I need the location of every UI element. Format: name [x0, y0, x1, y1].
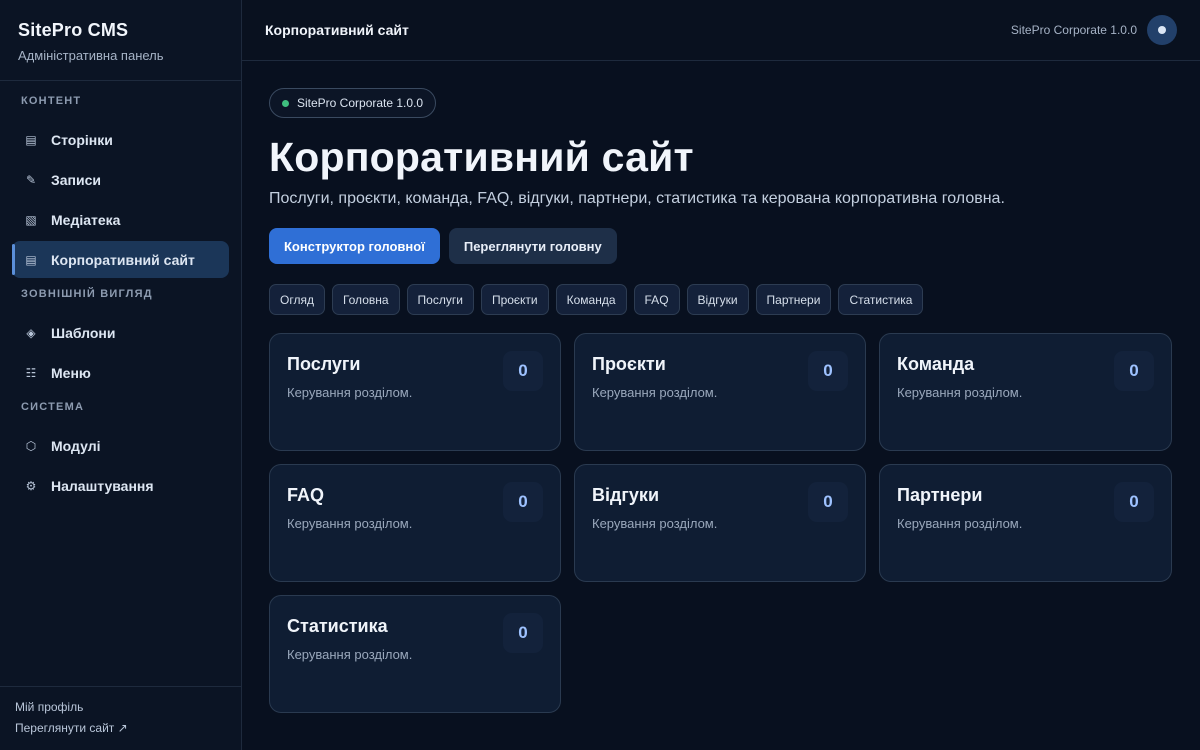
sidebar-item-menu[interactable]: ☷ Меню — [12, 354, 229, 391]
sidebar-item-label: Сторінки — [51, 131, 113, 148]
tab-reviews[interactable]: Відгуки — [686, 284, 749, 315]
sidebar-item-modules[interactable]: ⬡ Модулі — [12, 427, 229, 464]
view-site-link[interactable]: Переглянути сайт ↗ — [15, 721, 226, 735]
pencil-icon: ✎ — [25, 172, 37, 187]
diamond-icon: ◈ — [26, 325, 36, 340]
sidebar-item-label: Налаштування — [51, 477, 154, 494]
sidebar-item-templates[interactable]: ◈ Шаблони — [12, 314, 229, 351]
sidebar-item-pages[interactable]: ▤ Сторінки — [12, 121, 229, 158]
menu-icon: ☷ — [25, 365, 37, 380]
corporate-icon: ▤ — [25, 252, 37, 267]
card-count-badge: 0 — [503, 482, 543, 522]
card-count-badge: 0 — [808, 482, 848, 522]
tab-partners[interactable]: Партнери — [755, 284, 832, 315]
sidebar: SitePro CMS Адміністративна панель КОНТЕ… — [0, 0, 242, 750]
brand-subtitle: Адміністративна панель — [18, 48, 164, 63]
tab-home[interactable]: Головна — [331, 284, 400, 315]
topbar: Корпоративний сайт SitePro Corporate 1.0… — [242, 0, 1200, 61]
status-dot-icon — [282, 99, 289, 107]
sidebar-item-label: Меню — [51, 364, 91, 381]
nav-section-system: СИСТЕМА — [21, 401, 85, 413]
section-tabs: Огляд Головна Послуги Проєкти Команда FA… — [269, 284, 1173, 315]
page-title: Корпоративний сайт — [269, 134, 694, 180]
view-homepage-button[interactable]: Переглянути головну — [448, 228, 617, 264]
avatar[interactable] — [1147, 15, 1177, 45]
tab-team[interactable]: Команда — [555, 284, 627, 315]
topbar-right: SitePro Corporate 1.0.0 — [1011, 15, 1177, 45]
card-team[interactable]: Команда Керування розділом. 0 — [879, 333, 1172, 451]
card-count-badge: 0 — [503, 613, 543, 653]
module-icon: ⬡ — [25, 438, 37, 453]
tab-statistics[interactable]: Статистика — [838, 284, 924, 315]
sidebar-item-label: Записи — [51, 171, 102, 188]
homepage-builder-button[interactable]: Конструктор головної — [269, 228, 440, 264]
gear-icon: ⚙ — [25, 478, 37, 493]
sidebar-footer: Мій профіль Переглянути сайт ↗ — [0, 686, 241, 750]
card-services[interactable]: Послуги Керування розділом. 0 — [269, 333, 561, 451]
page-description: Послуги, проєкти, команда, FAQ, відгуки,… — [269, 190, 1005, 207]
media-icon: ▧ — [25, 212, 37, 227]
card-faq[interactable]: FAQ Керування розділом. 0 — [269, 464, 561, 582]
tab-overview[interactable]: Огляд — [269, 284, 325, 315]
sidebar-nav: КОНТЕНТ ▤ Сторінки ✎ Записи ▧ Медіатека … — [0, 81, 241, 504]
sidebar-item-media[interactable]: ▧ Медіатека — [12, 201, 229, 238]
action-buttons: Конструктор головної Переглянути головну — [269, 228, 1173, 264]
tab-services[interactable]: Послуги — [406, 284, 474, 315]
pages-icon: ▤ — [25, 132, 37, 147]
tab-projects[interactable]: Проєкти — [480, 284, 549, 315]
card-count-badge: 0 — [1114, 482, 1154, 522]
status-text: SitePro Corporate 1.0.0 — [297, 96, 424, 110]
sidebar-item-label: Медіатека — [51, 211, 121, 228]
card-projects[interactable]: Проєкти Керування розділом. 0 — [574, 333, 866, 451]
card-count-badge: 0 — [808, 351, 848, 391]
main-content: SitePro Corporate 1.0.0 Корпоративний са… — [269, 88, 1173, 713]
tab-faq[interactable]: FAQ — [633, 284, 680, 315]
card-partners[interactable]: Партнери Керування розділом. 0 — [879, 464, 1172, 582]
version-label: SitePro Corporate 1.0.0 — [1010, 23, 1137, 37]
sidebar-item-label: Корпоративний сайт — [51, 251, 195, 268]
topbar-title: Корпоративний сайт — [265, 22, 409, 38]
card-reviews[interactable]: Відгуки Керування розділом. 0 — [574, 464, 866, 582]
card-count-badge: 0 — [1114, 351, 1154, 391]
section-cards: Послуги Керування розділом. 0 Проєкти Ке… — [269, 333, 1173, 713]
card-statistics[interactable]: Статистика Керування розділом. 0 — [269, 595, 561, 713]
brand-title: SitePro CMS — [18, 20, 129, 40]
brand: SitePro CMS Адміністративна панель — [0, 0, 241, 81]
nav-section-content: КОНТЕНТ — [21, 95, 82, 107]
nav-section-appearance: ЗОВНІШНІЙ ВИГЛЯД — [21, 288, 153, 300]
sidebar-item-posts[interactable]: ✎ Записи — [12, 161, 229, 198]
sidebar-item-label: Модулі — [51, 437, 101, 454]
card-count-badge: 0 — [503, 351, 543, 391]
sidebar-item-label: Шаблони — [51, 324, 116, 341]
sidebar-item-settings[interactable]: ⚙ Налаштування — [12, 467, 229, 504]
status-badge: SitePro Corporate 1.0.0 — [269, 88, 437, 118]
my-profile-link[interactable]: Мій профіль — [15, 700, 226, 714]
sidebar-item-corporate-site[interactable]: ▤ Корпоративний сайт — [12, 241, 229, 278]
avatar-dot-icon — [1158, 26, 1166, 34]
